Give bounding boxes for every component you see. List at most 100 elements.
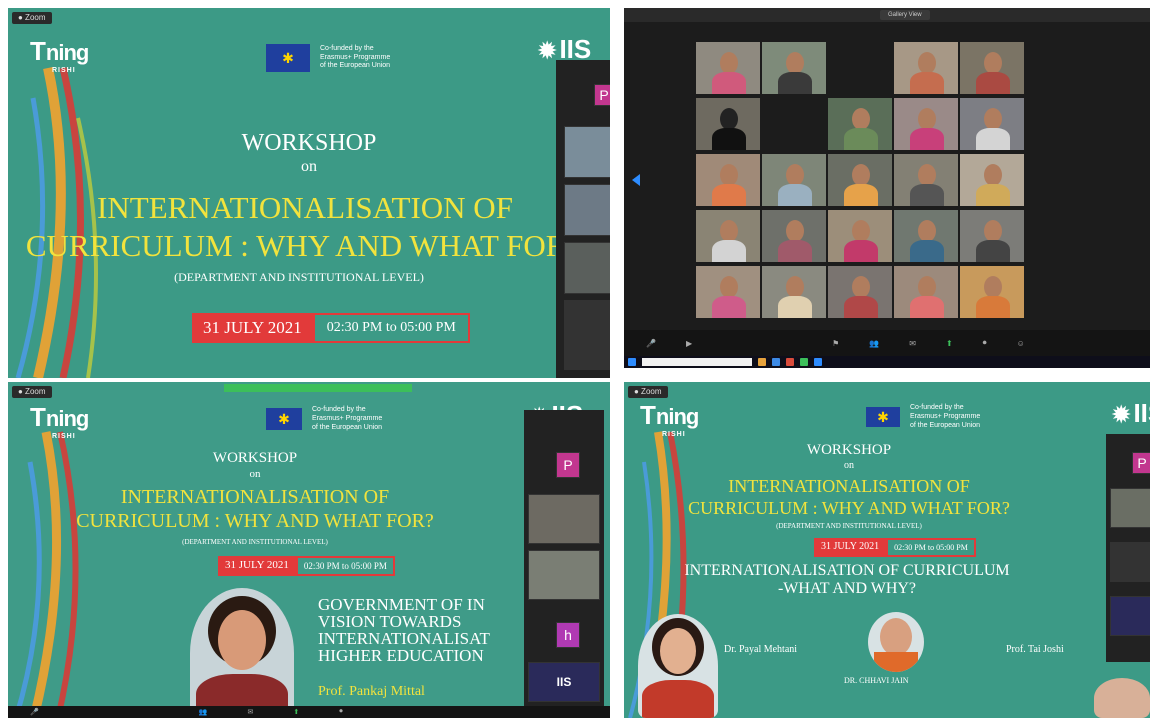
video-tile[interactable]: [762, 42, 826, 94]
meeting-toolbar: 🎤 👥 ✉ ⬆ ⏺: [8, 706, 610, 718]
video-tile[interactable]: [894, 266, 958, 318]
video-tile[interactable]: [960, 98, 1024, 150]
video-tile[interactable]: [828, 154, 892, 206]
title-line1: INTERNATIONALISATION OF: [97, 190, 513, 225]
video-tile[interactable]: [894, 98, 958, 150]
gallery-row: [696, 266, 1024, 318]
date-time-row: 31 JULY 2021 02:30 PM to 05:00 PM: [218, 556, 395, 576]
app-icon[interactable]: [758, 358, 766, 366]
app-icon[interactable]: [814, 358, 822, 366]
video-tile[interactable]: [960, 42, 1024, 94]
app-icon[interactable]: [800, 358, 808, 366]
participant-strip: P: [1106, 434, 1150, 662]
gallery-row: [696, 154, 1024, 206]
gallery-view-panel: Gallery View 🎤 ▶ ⚑ 👥 ✉ ⬆ ⏺ ☺: [624, 8, 1150, 368]
video-tile[interactable]: [960, 154, 1024, 206]
video-tile[interactable]: [696, 154, 760, 206]
workshop-heading: WORKSHOP: [806, 442, 892, 458]
chat-icon[interactable]: ✉: [909, 339, 916, 348]
participant-tile[interactable]: [1110, 542, 1150, 582]
participant-tile[interactable]: [564, 242, 610, 294]
video-icon[interactable]: ▶: [686, 339, 692, 348]
participant-tile-p[interactable]: P: [556, 452, 580, 478]
gallery-row: [696, 42, 1024, 94]
workshop-on: on: [844, 460, 854, 471]
security-icon[interactable]: ⚑: [832, 339, 839, 348]
participant-tile[interactable]: [1110, 488, 1150, 528]
zoom-label: ● Zoom: [628, 386, 668, 398]
participant-tile[interactable]: [1110, 596, 1150, 636]
start-icon[interactable]: [628, 358, 636, 366]
workshop-heading: WORKSHOP: [212, 450, 298, 466]
workshop-heading: WORKSHOP: [241, 130, 377, 156]
taskbar-search[interactable]: [642, 358, 752, 366]
video-tile[interactable]: [828, 42, 892, 94]
title-line1: INTERNATIONALISATION OF: [728, 476, 970, 496]
eu-cofunded: ✱ Co-funded by the Erasmus+ Programme of…: [266, 44, 430, 72]
date-label: 31 JULY 2021: [218, 556, 296, 576]
participant-tile[interactable]: [564, 300, 610, 370]
participants-icon[interactable]: 👥: [199, 708, 208, 716]
record-icon[interactable]: ⏺: [339, 708, 343, 716]
participant-tile-p[interactable]: P: [594, 84, 610, 106]
reactions-icon[interactable]: ☺: [1017, 339, 1025, 348]
participant-strip: P h IIS: [524, 410, 604, 710]
date-label: 31 JULY 2021: [192, 313, 313, 343]
talk-title: GOVERNMENT OF IN VISION TOWARDS INTERNAT…: [318, 595, 490, 665]
video-tile[interactable]: [762, 210, 826, 262]
prev-page-icon[interactable]: [632, 174, 640, 186]
share-screen-icon[interactable]: ⬆: [293, 708, 299, 716]
speaker-photo-right: [1094, 678, 1150, 718]
video-tile[interactable]: [696, 98, 760, 150]
video-tile[interactable]: [894, 42, 958, 94]
video-tile[interactable]: [828, 210, 892, 262]
share-banner: [224, 384, 412, 392]
app-icon[interactable]: [786, 358, 794, 366]
participant-tile-iis[interactable]: IIS: [528, 662, 600, 702]
eu-cofunded: ✱ Co-funded by the Erasmus+ Programme of…: [266, 406, 422, 432]
workshop-on: on: [249, 468, 261, 480]
level-text: (DEPARTMENT AND INSTITUTIONAL LEVEL): [776, 522, 922, 530]
view-label: Gallery View: [880, 10, 930, 20]
eu-cofunded: ✱ Co-funded by the Erasmus+ Programme of…: [866, 404, 1020, 430]
talk-title-line2: -WHAT AND WHY?: [777, 580, 917, 597]
video-tile[interactable]: [762, 266, 826, 318]
video-tile[interactable]: [894, 210, 958, 262]
title-line2: CURRICULUM : WHY AND WHAT FOR?: [76, 510, 434, 532]
participant-tile[interactable]: [528, 494, 600, 544]
video-tile[interactable]: [696, 266, 760, 318]
participant-tile[interactable]: [564, 184, 610, 236]
video-tile[interactable]: [828, 266, 892, 318]
share-screen-icon[interactable]: ⬆: [946, 339, 953, 348]
eu-flag-icon: ✱: [266, 44, 310, 72]
video-tile[interactable]: [894, 154, 958, 206]
time-label: 02:30 PM to 05:00 PM: [312, 313, 470, 343]
video-tile[interactable]: [828, 98, 892, 150]
level-text: (DEPARTMENT AND INSTITUTIONAL LEVEL): [182, 538, 328, 546]
participant-tile[interactable]: [564, 126, 610, 178]
title-line1: INTERNATIONALISATION OF: [120, 486, 390, 508]
record-icon[interactable]: ⏺: [983, 338, 987, 348]
tuning-logo: Tning RISHI: [640, 400, 699, 438]
speaker-photo: [190, 588, 294, 718]
mute-icon[interactable]: 🎤: [30, 708, 39, 716]
chat-icon[interactable]: ✉: [247, 708, 253, 716]
participant-tile-p[interactable]: P: [1132, 452, 1150, 474]
video-tile[interactable]: [960, 266, 1024, 318]
video-tile[interactable]: [960, 210, 1024, 262]
app-icon[interactable]: [772, 358, 780, 366]
participants-icon[interactable]: 👥: [869, 339, 879, 348]
video-tile[interactable]: [696, 210, 760, 262]
participant-tile[interactable]: [528, 550, 600, 600]
video-tile[interactable]: [696, 42, 760, 94]
speaker-right-name: Prof. Tai Joshi: [1006, 644, 1064, 655]
mute-icon[interactable]: 🎤: [646, 339, 656, 348]
video-tile[interactable]: [762, 98, 826, 150]
date-label: 31 JULY 2021: [814, 538, 887, 557]
workshop-on: on: [301, 158, 317, 175]
video-tile[interactable]: [762, 154, 826, 206]
os-taskbar: [624, 356, 1150, 368]
title-line2: CURRICULUM : WHY AND WHAT FOR?: [25, 228, 581, 263]
participant-tile-h[interactable]: h: [556, 622, 580, 648]
participant-strip: P: [556, 60, 610, 378]
